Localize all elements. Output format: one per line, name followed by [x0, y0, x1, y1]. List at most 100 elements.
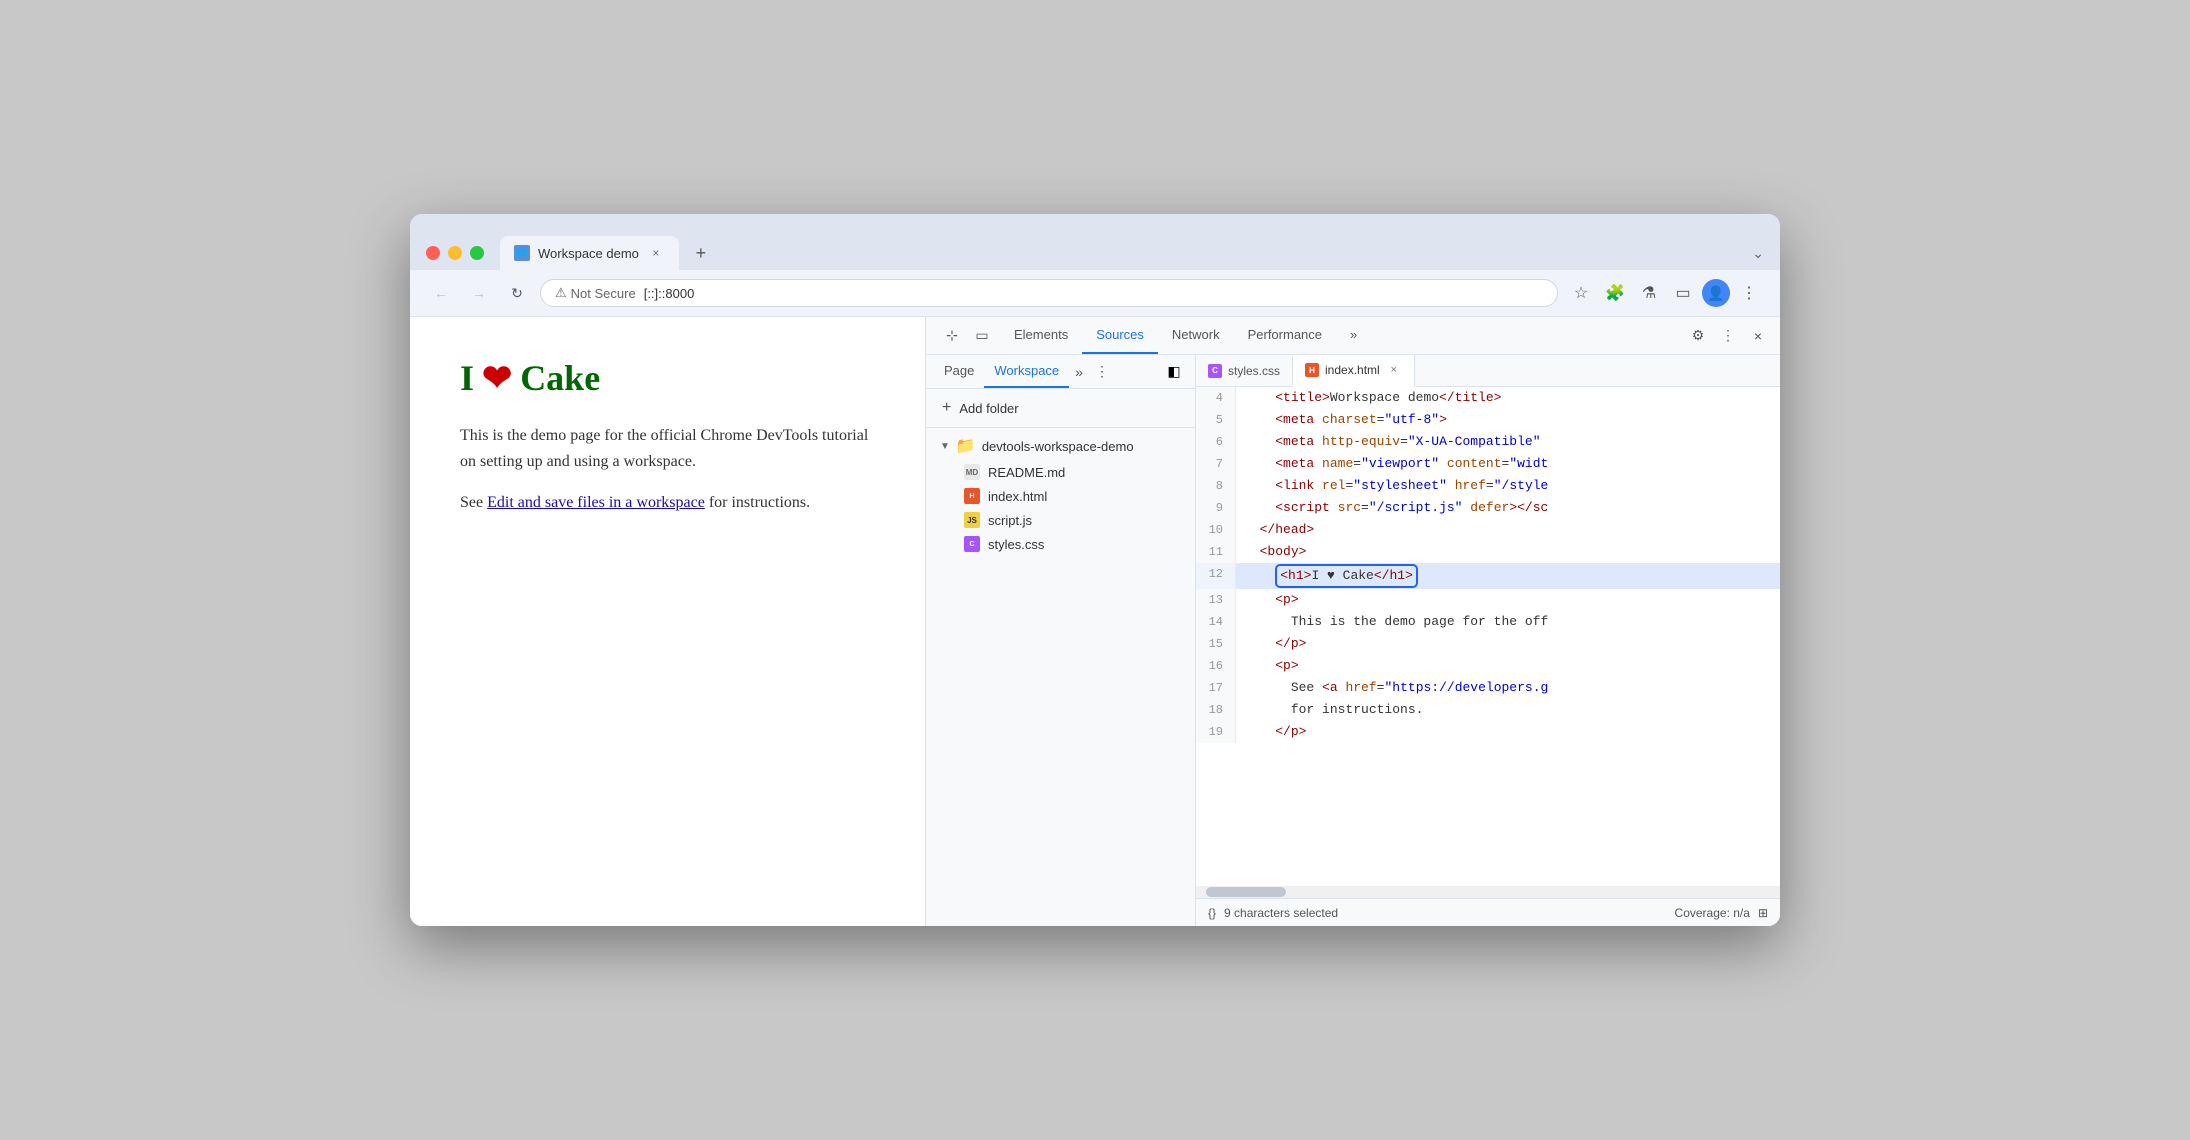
- line-num-12: 12: [1196, 563, 1236, 589]
- code-line-7: 7 <meta name="viewport" content="widt: [1196, 453, 1780, 475]
- devtools-close-icon[interactable]: ×: [1744, 322, 1772, 350]
- devtools-settings-icon[interactable]: ⚙: [1684, 322, 1712, 350]
- tab-elements[interactable]: Elements: [1000, 317, 1082, 354]
- code-line-19: 19 </p>: [1196, 721, 1780, 743]
- tab-favicon: 🌐: [514, 245, 530, 261]
- para2-prefix: See: [460, 494, 487, 511]
- line-num-14: 14: [1196, 611, 1236, 633]
- devtools-body: Page Workspace » ⋮ ◧ + Add folder: [926, 355, 1780, 926]
- status-right: Coverage: n/a ⊞: [1675, 906, 1768, 920]
- devtools-status-bar: {} 9 characters selected Coverage: n/a ⊞: [1196, 898, 1780, 926]
- file-item-readme[interactable]: MD README.md: [926, 460, 1195, 484]
- sources-subtab-bar: Page Workspace » ⋮ ◧: [926, 355, 1195, 389]
- format-icon[interactable]: {}: [1208, 906, 1216, 920]
- line-content-10: </head>: [1236, 519, 1780, 541]
- more-options-icon[interactable]: ⋮: [1734, 278, 1764, 308]
- line-num-15: 15: [1196, 633, 1236, 655]
- folder-item-workspace-demo[interactable]: ▼ 📁 devtools-workspace-demo: [926, 432, 1195, 460]
- sources-subtab-more-icon[interactable]: »: [1069, 356, 1089, 388]
- line-num-5: 5: [1196, 409, 1236, 431]
- file-name-readme: README.md: [988, 465, 1065, 480]
- code-scrollbar[interactable]: [1196, 886, 1780, 898]
- inspector-icon[interactable]: ⊹: [938, 322, 966, 350]
- tab-close-button[interactable]: ×: [647, 244, 665, 262]
- reload-button[interactable]: ↻: [502, 278, 532, 308]
- sources-subtab-workspace[interactable]: Workspace: [984, 355, 1069, 388]
- line-num-6: 6: [1196, 431, 1236, 453]
- editor-tab-html-close[interactable]: ×: [1386, 362, 1402, 378]
- editor-tab-css-label: styles.css: [1228, 364, 1280, 378]
- profile-avatar[interactable]: 👤: [1702, 279, 1730, 307]
- maximize-traffic-light[interactable]: [470, 246, 484, 260]
- file-name-index-html: index.html: [988, 489, 1047, 504]
- para2-link[interactable]: Edit and save files in a workspace: [487, 494, 705, 511]
- sources-subtab-kebab-icon[interactable]: ⋮: [1089, 355, 1115, 388]
- line-content-14: This is the demo page for the off: [1236, 611, 1780, 633]
- bookmark-icon[interactable]: ☆: [1566, 278, 1596, 308]
- file-item-styles-css[interactable]: C styles.css: [926, 532, 1195, 556]
- extensions-icon[interactable]: 🧩: [1600, 278, 1630, 308]
- page-paragraph-2: See Edit and save files in a workspace f…: [460, 490, 875, 516]
- editor-tab-css-icon: C: [1208, 364, 1222, 378]
- line-content-4: <title>Workspace demo</title>: [1236, 387, 1780, 409]
- line-content-8: <link rel="stylesheet" href="/style: [1236, 475, 1780, 497]
- navigation-bar: ← → ↻ ⚠ Not Secure [::]::8000 ☆ 🧩 ⚗ ▭ 👤 …: [410, 270, 1780, 317]
- scrollbar-thumb[interactable]: [1206, 887, 1286, 897]
- code-line-17: 17 See <a href="https://developers.g: [1196, 677, 1780, 699]
- para2-suffix: for instructions.: [705, 494, 810, 511]
- code-area[interactable]: 4 <title>Workspace demo</title> 5 <meta …: [1196, 387, 1780, 898]
- line-num-18: 18: [1196, 699, 1236, 721]
- line-content-7: <meta name="viewport" content="widt: [1236, 453, 1780, 475]
- line-content-6: <meta http-equiv="X-UA-Compatible": [1236, 431, 1780, 453]
- editor-tab-styles-css[interactable]: C styles.css: [1196, 357, 1293, 385]
- address-bar[interactable]: ⚠ Not Secure [::]::8000: [540, 279, 1558, 307]
- device-mode-icon[interactable]: ▭: [968, 322, 996, 350]
- heading-text-cake: Cake: [520, 357, 600, 399]
- new-tab-button[interactable]: +: [687, 242, 715, 270]
- tab-chevron-icon[interactable]: ⌄: [1752, 245, 1764, 270]
- editor-tab-html-label: index.html: [1325, 363, 1380, 377]
- tab-network[interactable]: Network: [1158, 317, 1234, 354]
- tab-sources[interactable]: Sources: [1082, 317, 1158, 354]
- file-icon-js: JS: [964, 512, 980, 528]
- add-folder-row[interactable]: + Add folder: [926, 389, 1195, 428]
- line-content-9: <script src="/script.js" defer></sc: [1236, 497, 1780, 519]
- devtools-more-options-icon[interactable]: ⋮: [1714, 322, 1742, 350]
- file-icon-css: C: [964, 536, 980, 552]
- line-num-10: 10: [1196, 519, 1236, 541]
- file-item-index-html[interactable]: H index.html: [926, 484, 1195, 508]
- screenshot-icon[interactable]: ⊞: [1758, 906, 1768, 920]
- devtools-toolbar-right: ⚙ ⋮ ×: [1684, 322, 1772, 350]
- forward-button[interactable]: →: [464, 278, 494, 308]
- back-button[interactable]: ←: [426, 278, 456, 308]
- labs-icon[interactable]: ⚗: [1634, 278, 1664, 308]
- code-line-15: 15 </p>: [1196, 633, 1780, 655]
- line-content-19: </p>: [1236, 721, 1780, 743]
- devtools-tab-bar: ⊹ ▭ Elements Sources Network Performance…: [926, 317, 1780, 355]
- sidebar-toggle-icon[interactable]: ▭: [1668, 278, 1698, 308]
- sources-subtab-page[interactable]: Page: [934, 355, 984, 388]
- file-icon-html: H: [964, 488, 980, 504]
- close-traffic-light[interactable]: [426, 246, 440, 260]
- browser-tab-active[interactable]: 🌐 Workspace demo ×: [500, 236, 679, 270]
- minimize-traffic-light[interactable]: [448, 246, 462, 260]
- editor-tab-index-html[interactable]: H index.html ×: [1293, 355, 1415, 387]
- tab-performance[interactable]: Performance: [1234, 317, 1336, 354]
- page-heading: I ❤ Cake: [460, 357, 875, 399]
- line-content-16: <p>: [1236, 655, 1780, 677]
- tab-title: Workspace demo: [538, 246, 639, 261]
- code-line-11: 11 <body>: [1196, 541, 1780, 563]
- line-num-13: 13: [1196, 589, 1236, 611]
- webpage-content: I ❤ Cake This is the demo page for the o…: [410, 317, 925, 926]
- tab-more[interactable]: »: [1336, 317, 1371, 354]
- line-num-7: 7: [1196, 453, 1236, 475]
- heart-icon: ❤: [482, 357, 512, 399]
- sources-sidebar-toggle-icon[interactable]: ◧: [1161, 359, 1187, 385]
- heading-text-i: I: [460, 357, 474, 399]
- code-line-8: 8 <link rel="stylesheet" href="/style: [1196, 475, 1780, 497]
- folder-name: devtools-workspace-demo: [982, 439, 1134, 454]
- file-icon-md: MD: [964, 464, 980, 480]
- sources-sidebar: Page Workspace » ⋮ ◧ + Add folder: [926, 355, 1196, 926]
- file-tree: ▼ 📁 devtools-workspace-demo MD README.md…: [926, 428, 1195, 926]
- file-item-script-js[interactable]: JS script.js: [926, 508, 1195, 532]
